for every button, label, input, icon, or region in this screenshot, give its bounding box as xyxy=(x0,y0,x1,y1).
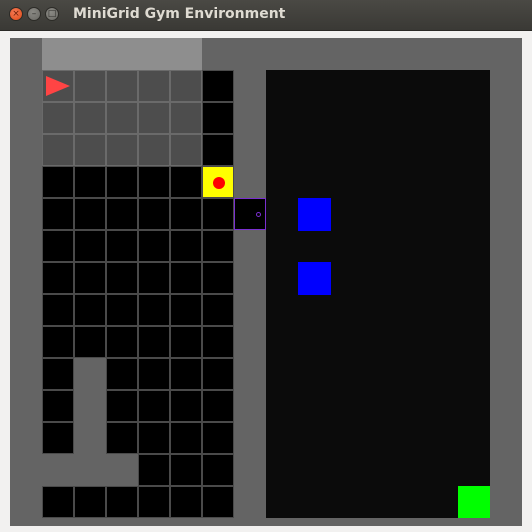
floor-tile xyxy=(202,262,234,294)
floor-tile xyxy=(170,390,202,422)
minimize-icon: – xyxy=(31,8,37,19)
floor-tile xyxy=(138,422,170,454)
floor-tile xyxy=(106,166,138,198)
grid-canvas xyxy=(10,38,522,526)
close-icon: × xyxy=(12,8,20,19)
red-ball-icon xyxy=(213,177,225,189)
floor-tile xyxy=(138,262,170,294)
floor-tile xyxy=(42,422,74,454)
floor-tile xyxy=(202,454,234,486)
floor-tile xyxy=(170,262,202,294)
floor-tile-visible xyxy=(138,102,170,134)
floor-tile xyxy=(106,422,138,454)
floor-tile xyxy=(202,294,234,326)
floor-tile-visible xyxy=(170,70,202,102)
floor-tile xyxy=(202,198,234,230)
floor-tile xyxy=(138,454,170,486)
floor-tile xyxy=(170,326,202,358)
floor-tile xyxy=(170,358,202,390)
floor-tile xyxy=(170,454,202,486)
floor-tile xyxy=(138,166,170,198)
floor-tile xyxy=(138,198,170,230)
floor-tile xyxy=(138,230,170,262)
agent-triangle-right-icon xyxy=(46,76,70,96)
agent-triangle xyxy=(46,76,70,96)
floor-tile xyxy=(42,486,74,518)
floor-tile xyxy=(138,326,170,358)
floor-tile xyxy=(42,230,74,262)
floor-tile xyxy=(106,198,138,230)
floor-tile-visible xyxy=(138,70,170,102)
floor-tile xyxy=(138,358,170,390)
floor-tile xyxy=(42,262,74,294)
floor-tile xyxy=(202,422,234,454)
floor-tile xyxy=(74,230,106,262)
blue-box-icon xyxy=(298,262,331,295)
floor-tile xyxy=(74,166,106,198)
floor-tile xyxy=(106,390,138,422)
floor-tile xyxy=(202,102,234,134)
floor-tile xyxy=(202,390,234,422)
floor-tile xyxy=(74,294,106,326)
maximize-button[interactable]: □ xyxy=(45,7,59,21)
floor-tile xyxy=(106,486,138,518)
key-tile xyxy=(202,166,234,198)
floor-tile xyxy=(42,390,74,422)
floor-tile xyxy=(202,486,234,518)
floor-tile xyxy=(170,486,202,518)
floor-tile-visible xyxy=(74,70,106,102)
window-title: MiniGrid Gym Environment xyxy=(73,6,286,22)
door-icon xyxy=(234,198,266,230)
wall-highlight xyxy=(42,38,202,70)
floor-tile xyxy=(106,262,138,294)
floor-tile xyxy=(42,326,74,358)
floor-tile xyxy=(74,326,106,358)
floor-tile xyxy=(74,262,106,294)
floor-tile-visible xyxy=(106,134,138,166)
floor-tile xyxy=(138,390,170,422)
minimize-button[interactable]: – xyxy=(27,7,41,21)
floor-tile-visible xyxy=(170,134,202,166)
floor-tile xyxy=(106,358,138,390)
close-button[interactable]: × xyxy=(9,7,23,21)
floor-tile-visible xyxy=(138,134,170,166)
floor-tile xyxy=(106,294,138,326)
blue-box-icon xyxy=(298,198,331,231)
floor-tile xyxy=(202,358,234,390)
floor-tile-visible xyxy=(106,102,138,134)
floor-tile xyxy=(170,230,202,262)
floor-tile xyxy=(202,70,234,102)
floor-tile xyxy=(74,486,106,518)
window-titlebar: × – □ MiniGrid Gym Environment xyxy=(0,0,532,31)
floor-tile-visible xyxy=(74,102,106,134)
floor-tile xyxy=(42,358,74,390)
floor-tile-visible xyxy=(74,134,106,166)
floor-tile xyxy=(202,326,234,358)
floor-tile-visible xyxy=(170,102,202,134)
maximize-icon: □ xyxy=(47,8,57,19)
floor-tile xyxy=(106,326,138,358)
floor-tile xyxy=(42,294,74,326)
floor-tile xyxy=(170,422,202,454)
floor-tile xyxy=(42,166,74,198)
floor-tile xyxy=(170,294,202,326)
floor-tile-visible xyxy=(42,134,74,166)
floor-tile-visible xyxy=(106,70,138,102)
floor-tile xyxy=(202,134,234,166)
floor-tile-visible xyxy=(42,102,74,134)
floor-tile xyxy=(170,198,202,230)
floor-tile xyxy=(42,198,74,230)
floor-tile xyxy=(106,230,138,262)
goal-icon xyxy=(458,486,490,518)
door-knob-icon xyxy=(256,212,261,217)
floor-tile xyxy=(138,294,170,326)
floor-tile xyxy=(74,198,106,230)
floor-tile xyxy=(170,166,202,198)
floor-tile xyxy=(138,486,170,518)
floor-tile xyxy=(202,230,234,262)
